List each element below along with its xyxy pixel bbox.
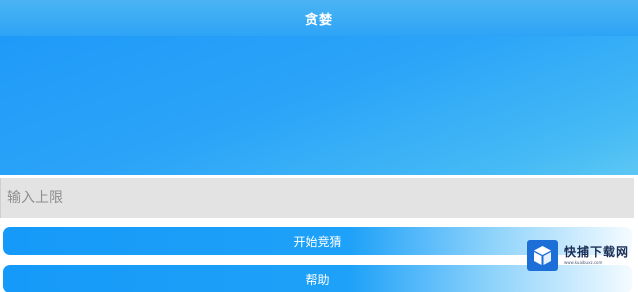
watermark: 快捕下载网 www.kuaibuxz.com (527, 237, 631, 273)
banner-area (0, 36, 638, 175)
box-logo-icon (527, 239, 558, 271)
watermark-name: 快捕下载网 (564, 244, 630, 259)
limit-input-container (0, 178, 634, 218)
app-window: 贪婪 开始竞猜 帮助 快捕下载网 www.kuaibuxz.com (0, 0, 638, 292)
watermark-url: www.kuaibuxz.com (564, 259, 603, 265)
help-label: 帮助 (305, 272, 330, 287)
page-title: 贪婪 (304, 12, 333, 28)
limit-input[interactable] (1, 178, 634, 218)
start-guess-label: 开始竞猜 (293, 234, 342, 249)
title-bar: 贪婪 (0, 0, 638, 37)
